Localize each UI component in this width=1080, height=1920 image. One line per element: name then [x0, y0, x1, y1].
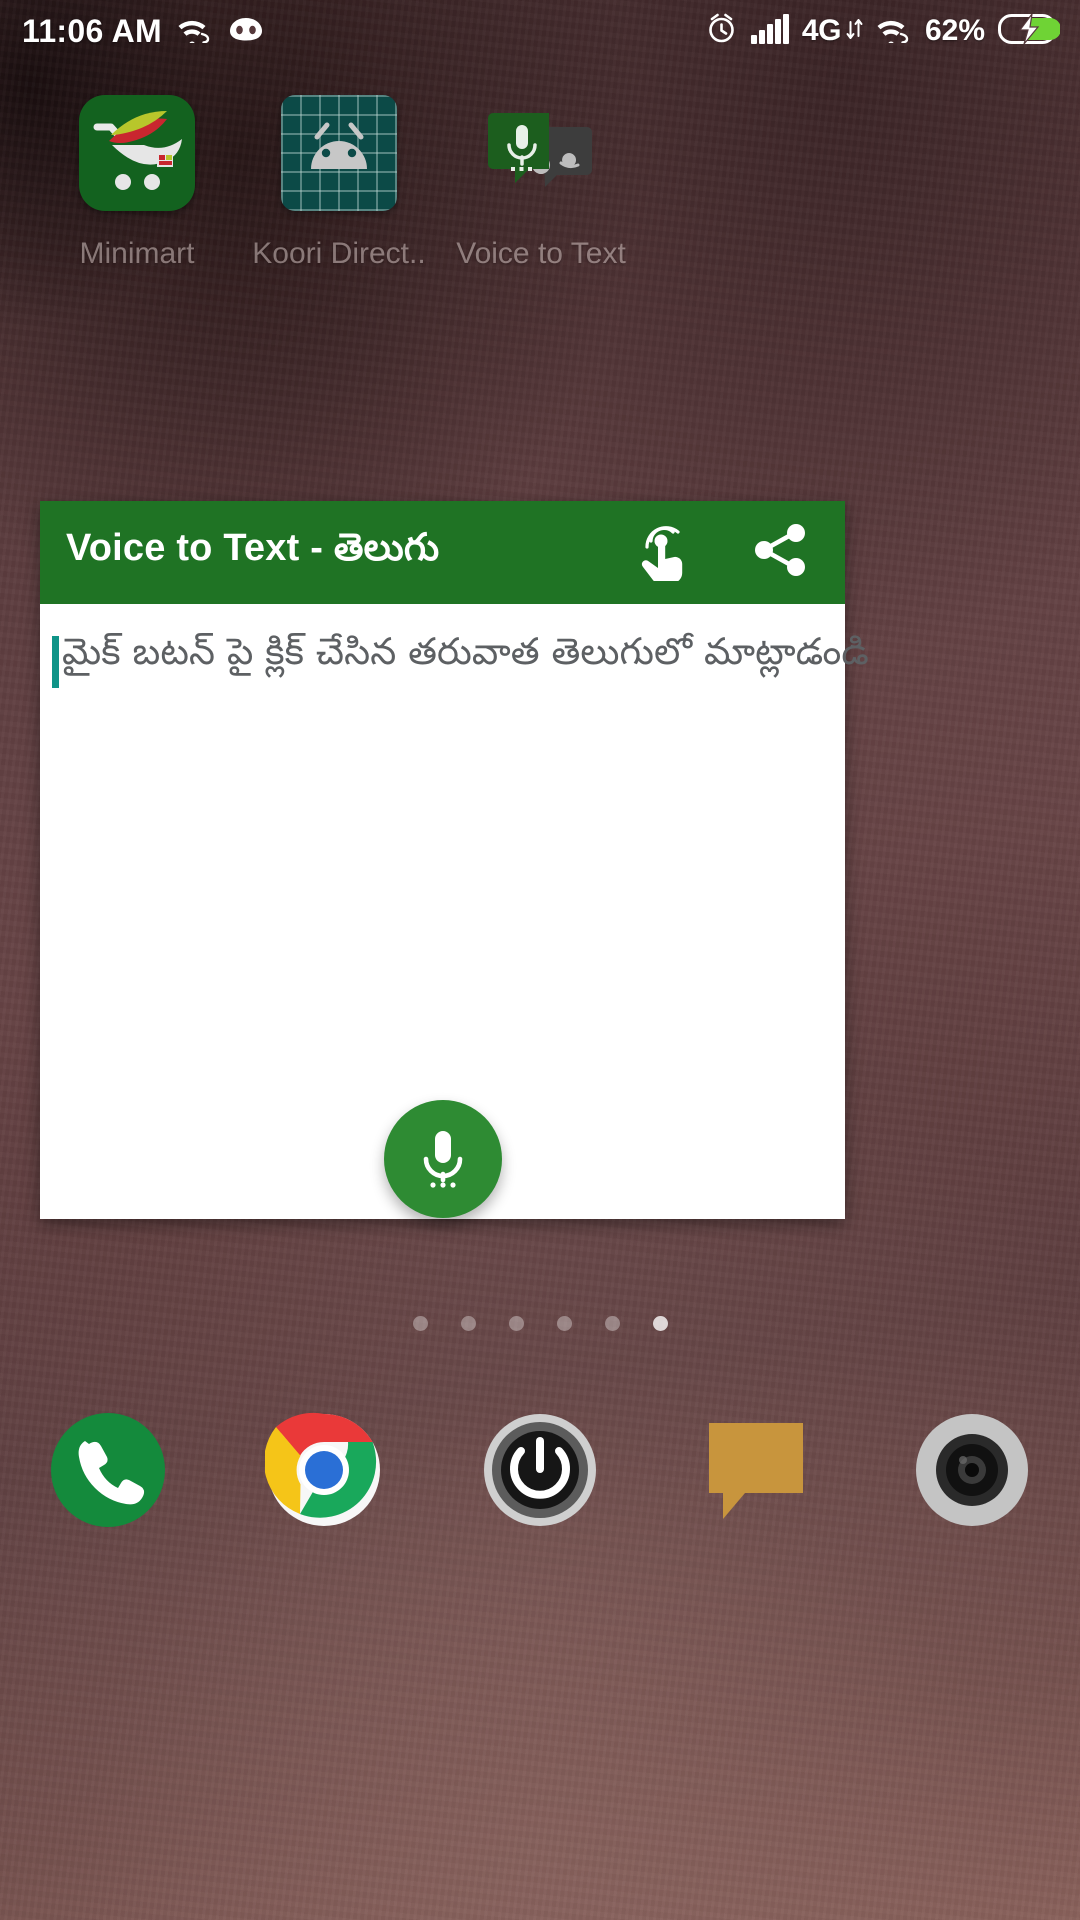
alarm-clock-icon — [705, 12, 738, 50]
camera-lens-icon — [913, 1411, 1031, 1529]
app-body: మైక్ బటన్ పై క్లిక్ చేసిన తరువాత తెలుగుల… — [40, 604, 869, 1219]
dock-item-messaging[interactable] — [648, 1411, 864, 1529]
dock-item-power[interactable] — [432, 1411, 648, 1529]
touch-tap-icon — [633, 519, 691, 586]
microphone-icon — [412, 1121, 474, 1198]
minimart-cart-icon — [79, 95, 195, 211]
app-label: Voice to Text — [456, 237, 626, 270]
chrome-browser-icon — [263, 1411, 383, 1529]
home-app-row: Minimart Koori Direct.. Voice to Text — [0, 95, 1080, 271]
home-dock — [0, 1380, 1080, 1560]
android-grid-icon — [281, 95, 397, 211]
app-header-bar: Voice to Text - తెలుగు — [40, 501, 845, 604]
page-dot-active[interactable] — [652, 1316, 668, 1331]
page-dot[interactable] — [604, 1316, 620, 1331]
app-shortcut-minimart[interactable]: Minimart — [36, 95, 238, 271]
wifi-icon — [178, 15, 212, 48]
power-button-icon — [481, 1411, 599, 1529]
wifi-icon — [876, 15, 912, 48]
cellular-signal-icon — [750, 13, 789, 49]
status-clock: 11:06 AM — [22, 12, 162, 49]
text-caret — [52, 636, 59, 688]
app-shortcut-koori-direct[interactable]: Koori Direct.. — [238, 95, 440, 271]
mic-record-button[interactable] — [383, 1100, 502, 1218]
network-type-label: 4G — [801, 14, 842, 47]
data-updown-icon — [846, 16, 863, 47]
status-bar-right: 4G 62% — [705, 12, 1061, 50]
status-bar-left: 11:06 AM — [22, 13, 264, 50]
dock-item-camera[interactable] — [864, 1411, 1080, 1529]
dock-item-phone[interactable] — [0, 1411, 216, 1529]
dock-item-chrome[interactable] — [216, 1411, 432, 1529]
voice-to-text-bubble-icon — [483, 95, 599, 211]
message-bubble-icon — [697, 1411, 815, 1529]
battery-percent-label: 62% — [924, 14, 985, 47]
share-icon — [751, 521, 809, 584]
phone-icon — [49, 1411, 167, 1529]
share-button[interactable] — [749, 522, 811, 584]
battery-charging-icon — [998, 13, 1061, 50]
page-dot[interactable] — [556, 1316, 572, 1331]
app-label: Koori Direct.. — [252, 237, 426, 270]
page-dot[interactable] — [460, 1316, 476, 1331]
page-dot[interactable] — [508, 1316, 524, 1331]
page-indicator — [0, 1316, 1080, 1331]
app-shortcut-voice-to-text[interactable]: Voice to Text — [440, 95, 642, 271]
cyanogenmod-icon — [228, 15, 264, 48]
app-title: Voice to Text - తెలుగు — [66, 526, 440, 569]
touch-gesture-button[interactable] — [631, 522, 693, 584]
page-dot[interactable] — [412, 1316, 428, 1331]
app-label: Minimart — [79, 237, 195, 270]
speech-placeholder: మైక్ బటన్ పై క్లిక్ చేసిన తరువాత తెలుగుల… — [62, 630, 869, 673]
status-bar: 11:06 AM 4G 62% — [0, 0, 1080, 62]
header-actions — [631, 522, 811, 584]
voice-to-text-app-card: Voice to Text - తెలుగు మైక్ బటన్ పై క్లి… — [40, 501, 869, 1219]
